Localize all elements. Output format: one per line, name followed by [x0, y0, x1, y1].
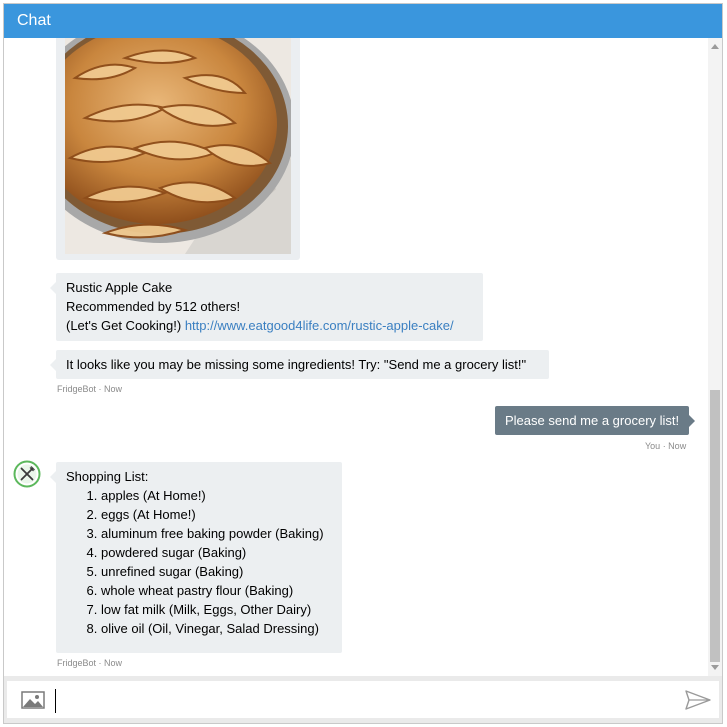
recipe-recommendation: Recommended by 512 others!: [66, 299, 241, 314]
chat-window: Chat Rustic Apple Cake Recommended by 51…: [3, 3, 723, 724]
recipe-message: Rustic Apple Cake Recommended by 512 oth…: [50, 273, 483, 341]
image-icon[interactable]: [21, 691, 45, 709]
list-item: apples (At Home!): [101, 486, 332, 505]
user-timestamp: You · Now: [645, 441, 687, 451]
fork-knife-icon: [13, 460, 41, 488]
hint-message: It looks like you may be missing some in…: [50, 350, 549, 379]
user-message: Please send me a grocery list!: [495, 406, 695, 435]
recipe-image-card[interactable]: [56, 38, 300, 260]
scroll-down-icon[interactable]: [711, 665, 719, 670]
shopping-list: apples (At Home!) eggs (At Home!) alumin…: [66, 486, 332, 638]
bot-timestamp: FridgeBot · Now: [57, 658, 123, 668]
list-item: aluminum free baking powder (Baking): [101, 524, 332, 543]
recipe-link[interactable]: http://www.eatgood4life.com/rustic-apple…: [185, 318, 454, 333]
shopping-list-message: Shopping List: apples (At Home!) eggs (A…: [50, 462, 342, 653]
scroll-thumb[interactable]: [710, 390, 720, 662]
list-item: olive oil (Oil, Vinegar, Salad Dressing): [101, 619, 332, 638]
list-item: whole wheat pastry flour (Baking): [101, 581, 332, 600]
list-item: low fat milk (Milk, Eggs, Other Dairy): [101, 600, 332, 619]
list-item: powdered sugar (Baking): [101, 543, 332, 562]
bot-timestamp: FridgeBot · Now: [57, 384, 123, 394]
send-icon[interactable]: [684, 689, 712, 711]
window-title: Chat: [4, 4, 722, 38]
apple-cake-photo: [65, 38, 291, 254]
recipe-link-prefix: (Let's Get Cooking!): [66, 318, 185, 333]
scrollbar[interactable]: [708, 38, 722, 676]
composer-box: [7, 681, 719, 718]
shopping-list-heading: Shopping List:: [66, 469, 149, 484]
message-composer: [4, 676, 722, 723]
recipe-name: Rustic Apple Cake: [66, 280, 173, 295]
recipe-link-line: (Let's Get Cooking!) http://www.eatgood4…: [66, 316, 473, 335]
list-item: eggs (At Home!): [101, 505, 332, 524]
chat-history[interactable]: Rustic Apple Cake Recommended by 512 oth…: [4, 38, 722, 676]
message-input[interactable]: [55, 689, 662, 713]
list-item: unrefined sugar (Baking): [101, 562, 332, 581]
scroll-up-icon[interactable]: [711, 44, 719, 49]
